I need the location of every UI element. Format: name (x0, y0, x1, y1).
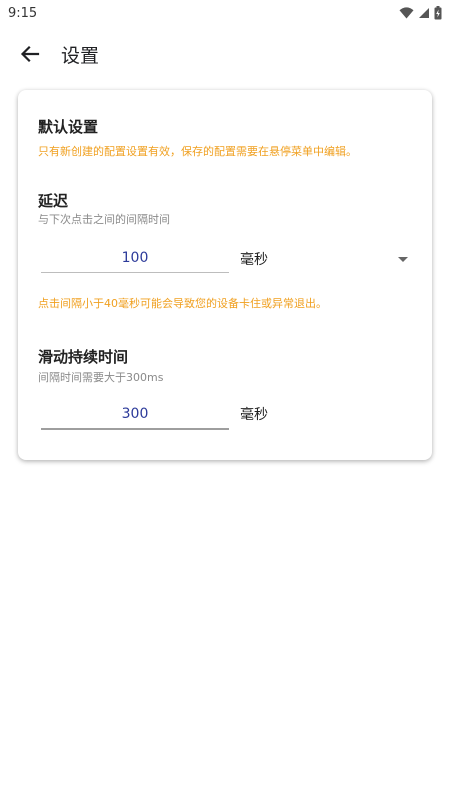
default-settings-title: 默认设置 (38, 118, 99, 136)
wifi-icon (399, 7, 414, 19)
swipe-duration-title: 滑动持续时间 (38, 348, 129, 366)
arrow-back-icon (20, 45, 40, 63)
swipe-duration-subtitle: 间隔时间需要大于300ms (38, 371, 164, 384)
delay-unit-dropdown[interactable] (390, 248, 416, 270)
delay-title: 延迟 (38, 192, 69, 210)
delay-input[interactable] (41, 244, 229, 273)
cellular-signal-icon (419, 8, 429, 18)
dropdown-arrow-icon (398, 256, 408, 262)
settings-card: 默认设置 只有新创建的配置设置有效，保存的配置需要在悬停菜单中编辑。 延迟 与下… (18, 90, 432, 460)
battery-charging-icon (434, 6, 442, 20)
delay-subtitle: 与下次点击之间的间隔时间 (38, 213, 170, 226)
app-bar: 设置 (0, 28, 450, 80)
page-title: 设置 (61, 44, 100, 67)
status-bar: 9:15 (0, 0, 450, 26)
swipe-duration-input[interactable] (41, 400, 229, 430)
status-icons (399, 6, 442, 20)
status-time: 9:15 (8, 5, 38, 21)
back-button[interactable] (18, 42, 42, 66)
default-settings-note: 只有新创建的配置设置有效，保存的配置需要在悬停菜单中编辑。 (38, 145, 357, 158)
delay-warning: 点击间隔小于40毫秒可能会导致您的设备卡住或异常退出。 (38, 297, 327, 310)
swipe-duration-unit-label: 毫秒 (240, 407, 268, 423)
delay-unit-label: 毫秒 (240, 252, 268, 268)
